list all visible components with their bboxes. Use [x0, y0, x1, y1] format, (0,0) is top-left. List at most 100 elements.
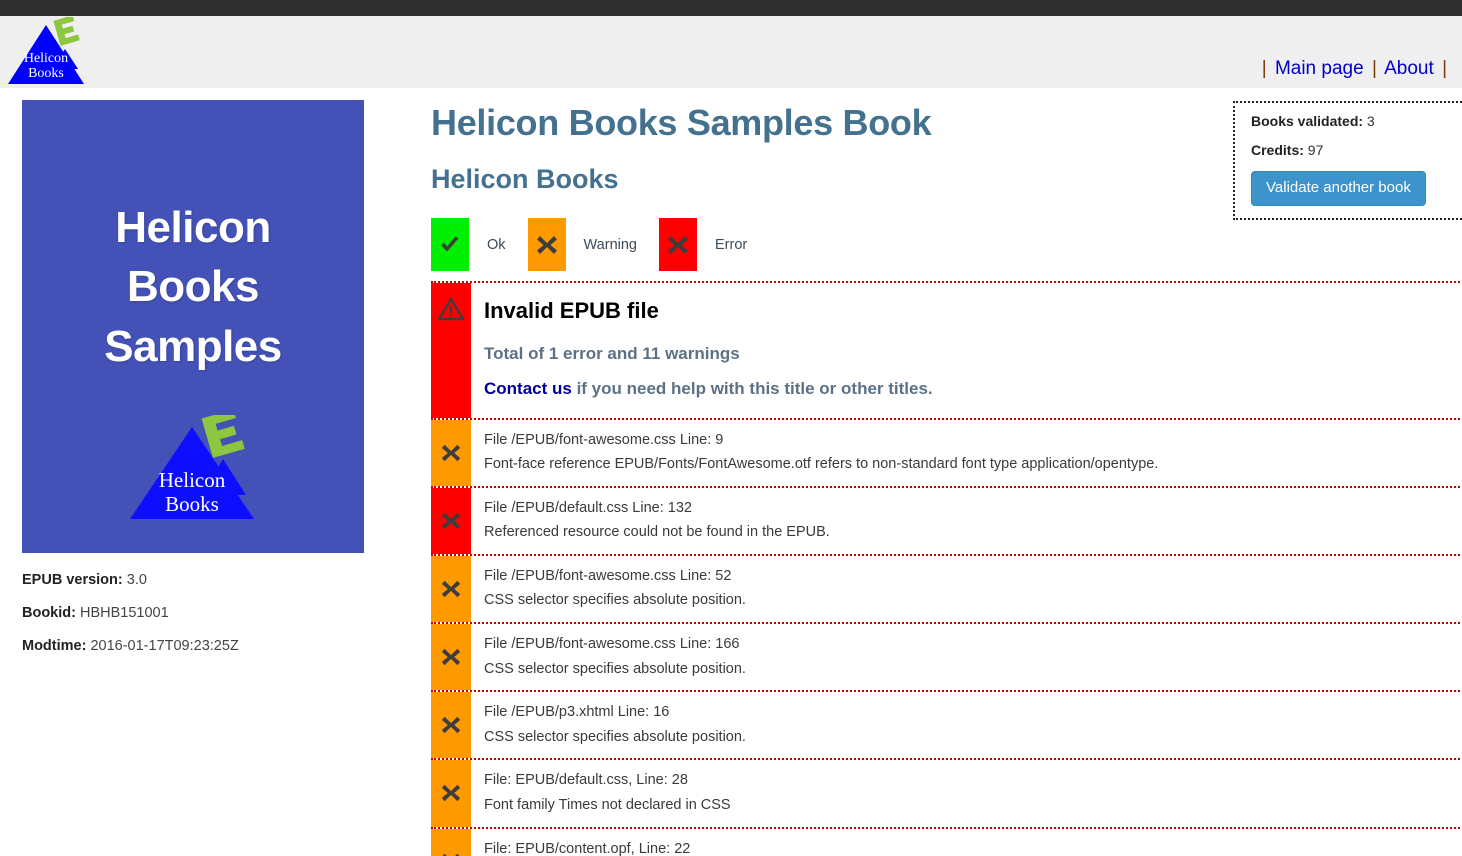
- validation-result-row: File /EPUB/font-awesome.css Line: 52 CSS …: [431, 553, 1462, 625]
- site-logo[interactable]: Helicon Books: [8, 15, 84, 88]
- book-sidebar: Helicon Books Samples Helicon Books EPUB…: [22, 100, 364, 670]
- cross-icon: [441, 444, 461, 461]
- legend-swatch-ok: [431, 218, 469, 272]
- book-metadata: EPUB version: 3.0 Bookid: HBHB151001 Mod…: [22, 571, 364, 656]
- banner-help-text: if you need help with this title or othe…: [571, 379, 933, 399]
- legend-swatch-error: [659, 218, 697, 272]
- banner-help: Contact us if you need help with this ti…: [484, 378, 1462, 400]
- logo-text-line2: Books: [28, 66, 64, 81]
- validation-result-row: File: EPUB/content.opf, Line: 22media-ty…: [431, 826, 1462, 856]
- result-severity-block: [431, 419, 471, 486]
- result-location: File /EPUB/default.css Line: 132: [484, 499, 692, 516]
- result-severity-block: [431, 760, 471, 827]
- metadata-row-modtime: Modtime: 2016-01-17T09:23:25Z: [22, 637, 364, 656]
- banner-body: Invalid EPUB file Total of 1 error and 1…: [471, 283, 1462, 417]
- result-body: File /EPUB/p3.xhtml Line: 16 CSS selector…: [471, 692, 1462, 758]
- books-validated-label: Books validated:: [1251, 113, 1364, 129]
- check-icon: [441, 236, 459, 252]
- result-message: CSS selector specifies absolute position…: [484, 728, 746, 745]
- nav-separator-2: |: [1371, 58, 1377, 79]
- result-message: CSS selector specifies absolute position…: [484, 592, 746, 609]
- nav-link-about[interactable]: About: [1384, 58, 1434, 79]
- warning-triangle-icon: [438, 297, 464, 321]
- banner-summary: Total of 1 error and 11 warnings: [484, 344, 740, 364]
- nav-separator-3: |: [1442, 58, 1447, 79]
- result-location: File: EPUB/content.opf, Line: 22: [484, 840, 691, 856]
- contact-us-link[interactable]: Contact us: [484, 379, 572, 398]
- result-severity-block: [431, 692, 471, 759]
- legend-label-error: Error: [715, 236, 748, 253]
- result-location: File /EPUB/font-awesome.css Line: 9: [484, 431, 724, 448]
- metadata-row-epub-version: EPUB version: 3.0: [22, 571, 364, 590]
- books-validated-line: Books validated: 3: [1251, 113, 1450, 129]
- result-location: File /EPUB/font-awesome.css Line: 166: [484, 636, 740, 653]
- cover-title-line-1: Helicon: [115, 203, 271, 252]
- validation-result-row: File: EPUB/default.css, Line: 28 Font fam…: [431, 758, 1462, 829]
- cover-title-text: Helicon Books Samples: [22, 198, 364, 376]
- logo-text-line1: Helicon: [24, 51, 68, 66]
- validation-result-row: File /EPUB/default.css Line: 132 Referenc…: [431, 485, 1462, 556]
- result-message: CSS selector specifies absolute position…: [484, 660, 746, 677]
- cross-icon: [536, 235, 557, 254]
- legend-swatch-warning: [527, 218, 566, 272]
- nav-link-main-page[interactable]: Main page: [1275, 58, 1364, 79]
- cross-icon: [668, 235, 688, 254]
- cross-icon: [441, 580, 461, 598]
- result-message: Font family Times not declared in CSS: [484, 796, 731, 813]
- result-body: File: EPUB/content.opf, Line: 22media-ty…: [471, 829, 1462, 856]
- metadata-value-modtime: 2016-01-17T09:23:25Z: [90, 637, 239, 654]
- result-body: File: EPUB/default.css, Line: 28 Font fam…: [471, 760, 1462, 826]
- result-message: Referenced resource could not be found i…: [484, 524, 830, 541]
- metadata-value-bookid: HBHB151001: [80, 604, 169, 621]
- result-location: File /EPUB/font-awesome.css Line: 52: [484, 567, 732, 584]
- result-body: File /EPUB/font-awesome.css Line: 166 CSS…: [471, 624, 1462, 690]
- metadata-label-modtime: Modtime:: [22, 637, 87, 654]
- main-navigation: | Main page | About |: [1259, 59, 1450, 78]
- result-body: File /EPUB/font-awesome.css Line: 52 CSS …: [471, 556, 1462, 622]
- result-location: File: EPUB/default.css, Line: 28: [484, 772, 688, 789]
- result-message: Font-face reference EPUB/Fonts/FontAweso…: [484, 456, 1159, 473]
- metadata-label-epub-version: EPUB version:: [22, 572, 123, 588]
- cross-icon: [441, 512, 461, 530]
- cover-title-line-3: Samples: [104, 321, 282, 371]
- metadata-label-bookid: Bookid:: [22, 604, 76, 621]
- helicon-books-logo-icon: Helicon Books: [8, 15, 84, 84]
- credits-line: Credits: 97: [1251, 142, 1450, 158]
- validation-result-row: File /EPUB/font-awesome.css Line: 9 Font-…: [431, 417, 1462, 488]
- result-location: File /EPUB/p3.xhtml Line: 16: [484, 704, 670, 721]
- credits-panel: Books validated: 3 Credits: 97 Validate …: [1233, 101, 1462, 220]
- severity-legend: Ok Warning Error: [431, 218, 1462, 272]
- books-validated-value: 3: [1366, 113, 1375, 129]
- validation-result-row: File /EPUB/p3.xhtml Line: 16 CSS selector…: [431, 690, 1462, 761]
- validation-results-list: Invalid EPUB file Total of 1 error and 1…: [431, 281, 1462, 856]
- cover-logo-text-line1: Helicon: [159, 468, 226, 492]
- validate-another-book-button[interactable]: Validate another book: [1251, 171, 1426, 206]
- cross-icon: [442, 853, 460, 856]
- result-body: File /EPUB/font-awesome.css Line: 9 Font-…: [471, 420, 1462, 486]
- credits-label: Credits:: [1251, 142, 1304, 158]
- legend-label-warning: Warning: [583, 236, 637, 253]
- cover-helicon-books-logo-icon: Helicon Books: [130, 415, 254, 519]
- result-severity-block: [431, 624, 471, 691]
- banner-title: Invalid EPUB file: [484, 298, 659, 324]
- result-severity-block: [431, 555, 471, 623]
- results-container: File /EPUB/font-awesome.css Line: 9 Font-…: [431, 417, 1462, 856]
- result-severity-block: [431, 487, 471, 554]
- result-body: File /EPUB/default.css Line: 132 Referenc…: [471, 488, 1462, 554]
- legend-label-ok: Ok: [487, 236, 506, 253]
- nav-separator-1: |: [1261, 58, 1267, 79]
- book-cover-image: Helicon Books Samples Helicon Books: [22, 100, 364, 553]
- result-severity-block: [431, 828, 471, 856]
- cover-logo-text-line2: Books: [165, 492, 219, 516]
- top-accent-bar: [0, 0, 1462, 16]
- validation-result-row: File /EPUB/font-awesome.css Line: 166 CSS…: [431, 622, 1462, 693]
- banner-icon-block: [431, 283, 471, 418]
- cross-icon: [441, 785, 461, 802]
- invalid-epub-banner: Invalid EPUB file Total of 1 error and 1…: [431, 281, 1462, 420]
- metadata-row-bookid: Bookid: HBHB151001: [22, 604, 364, 623]
- metadata-value-epub-version: 3.0: [126, 572, 147, 588]
- cross-icon: [441, 648, 461, 666]
- page-body: Helicon Books Samples Helicon Books EPUB…: [0, 88, 1462, 856]
- site-header: Helicon Books | Main page | About |: [0, 15, 1462, 88]
- credits-value: 97: [1307, 142, 1324, 158]
